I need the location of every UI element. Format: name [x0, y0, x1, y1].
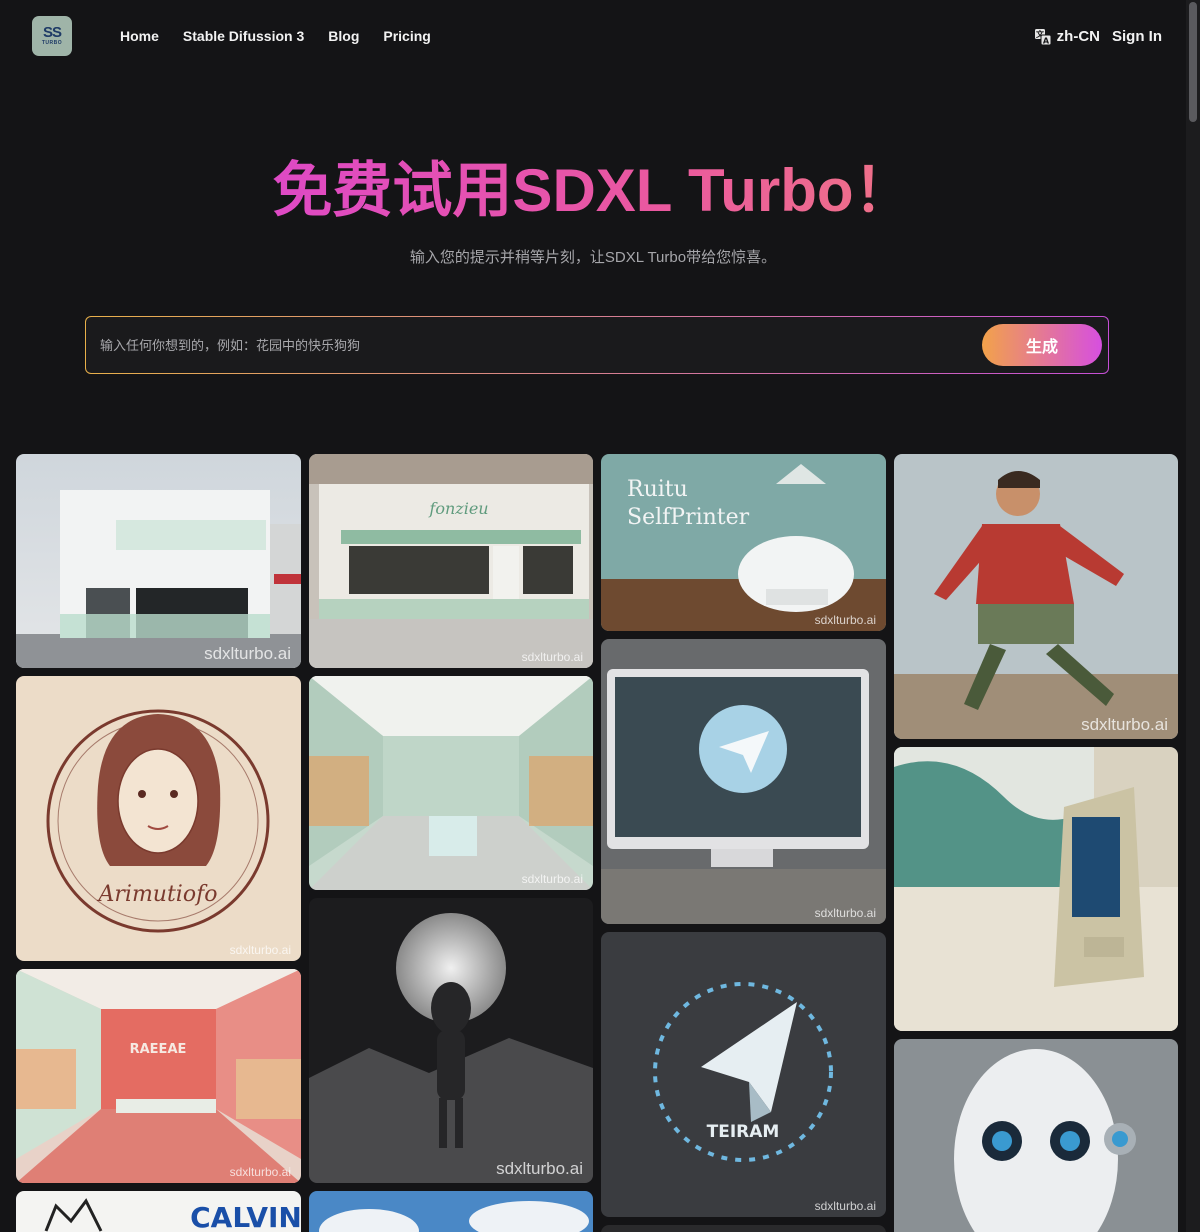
gallery-item-white-cafe[interactable]: sdxlturbo.ai [16, 454, 301, 668]
watermark: sdxlturbo.ai [814, 906, 876, 920]
prompt-input[interactable] [100, 317, 960, 373]
watermark: sdxlturbo.ai [521, 872, 583, 886]
soccer-player-image [894, 454, 1178, 739]
pink-bakery-image: RAEEAE [16, 969, 301, 1183]
kiosk-image [894, 747, 1178, 1031]
gallery-item-robot-head[interactable] [894, 1039, 1178, 1232]
gallery-item-soccer-player[interactable]: sdxlturbo.ai [894, 454, 1178, 739]
gallery-item-sky-clouds[interactable] [309, 1191, 593, 1232]
nav-pricing[interactable]: Pricing [383, 28, 430, 44]
watermark: sdxlturbo.ai [496, 1159, 583, 1178]
svg-text:RAEEAE: RAEEAE [130, 1042, 187, 1057]
language-label: zh-CN [1056, 28, 1100, 45]
watermark: sdxlturbo.ai [814, 613, 876, 627]
mint-bakery-image [309, 676, 593, 890]
watermark: sdxlturbo.ai [1081, 715, 1168, 734]
svg-text:fonzieu: fonzieu [428, 499, 488, 518]
gallery-item-girl-portrait[interactable]: Arimutiofo sdxlturbo.ai [16, 676, 301, 961]
gallery-item-alien-moon[interactable]: sdxlturbo.ai [309, 898, 593, 1183]
white-cafe-image [16, 454, 301, 668]
svg-text:Ruitu: Ruitu [627, 477, 688, 502]
girl-portrait-image: Arimutiofo [16, 676, 301, 961]
watermark: sdxlturbo.ai [229, 943, 291, 957]
computer-telegram-image [601, 639, 886, 924]
watermark: sdxlturbo.ai [814, 1199, 876, 1213]
logo-mark: SS [42, 24, 62, 41]
watermark: sdxlturbo.ai [229, 1165, 291, 1179]
main-nav: Home Stable Difussion 3 Blog Pricing [120, 28, 431, 44]
nav-blog[interactable]: Blog [328, 28, 359, 44]
sign-in-link[interactable]: Sign In [1112, 28, 1162, 45]
robot-head-image [894, 1039, 1178, 1232]
gallery-item-calvin-cartoon[interactable]: CALVIN [16, 1191, 301, 1232]
hero-title: 免费试用SDXL Turbo！ [0, 155, 1186, 227]
nav-stable-diffusion-3[interactable]: Stable Difussion 3 [183, 28, 304, 44]
ruitu-printer-image: Ruitu SelfPrinter [601, 454, 886, 631]
prompt-bar: 生成 [85, 316, 1109, 374]
page-scrollbar[interactable] [1186, 0, 1200, 1232]
sky-clouds-image [309, 1191, 593, 1232]
generate-button[interactable]: 生成 [982, 324, 1102, 366]
nav-home[interactable]: Home [120, 28, 159, 44]
alien-moon-image [309, 898, 593, 1183]
site-logo[interactable]: SS TURBO [32, 16, 72, 56]
svg-text:Arimutiofo: Arimutiofo [97, 882, 218, 907]
gallery-item-mint-storefront[interactable]: fonzieu sdxlturbo.ai [309, 454, 593, 668]
svg-text:TEIRAM: TEIRAM [707, 1122, 780, 1142]
gallery-item-computer-telegram[interactable]: sdxlturbo.ai [601, 639, 886, 924]
telegram-logo-image: TEIRAM [601, 932, 886, 1217]
svg-text:SelfPrinter: SelfPrinter [627, 505, 750, 530]
gallery-item-mint-bakery[interactable]: sdxlturbo.ai [309, 676, 593, 890]
gallery-item-next[interactable] [601, 1225, 886, 1232]
gallery-item-pink-bakery[interactable]: RAEEAE sdxlturbo.ai [16, 969, 301, 1183]
svg-text:A: A [1043, 36, 1050, 45]
watermark: sdxlturbo.ai [204, 644, 291, 663]
scrollbar-thumb[interactable] [1189, 2, 1197, 122]
hero-subtitle: 输入您的提示并稍等片刻，让SDXL Turbo带给您惊喜。 [409, 249, 777, 266]
gallery-item-kiosk[interactable] [894, 747, 1178, 1031]
next-image [601, 1225, 886, 1232]
calvin-cartoon-image: CALVIN [16, 1191, 301, 1232]
mint-storefront-image: fonzieu [309, 454, 593, 668]
language-switcher[interactable]: 文 A zh-CN [1034, 28, 1100, 45]
logo-text: TURBO [41, 40, 63, 46]
gallery-item-telegram-logo[interactable]: TEIRAM sdxlturbo.ai [601, 932, 886, 1217]
translate-icon: 文 A [1034, 28, 1051, 45]
svg-text:CALVIN: CALVIN [190, 1201, 301, 1232]
watermark: sdxlturbo.ai [521, 650, 583, 664]
gallery-item-ruitu-printer[interactable]: Ruitu SelfPrinter sdxlturbo.ai [601, 454, 886, 631]
